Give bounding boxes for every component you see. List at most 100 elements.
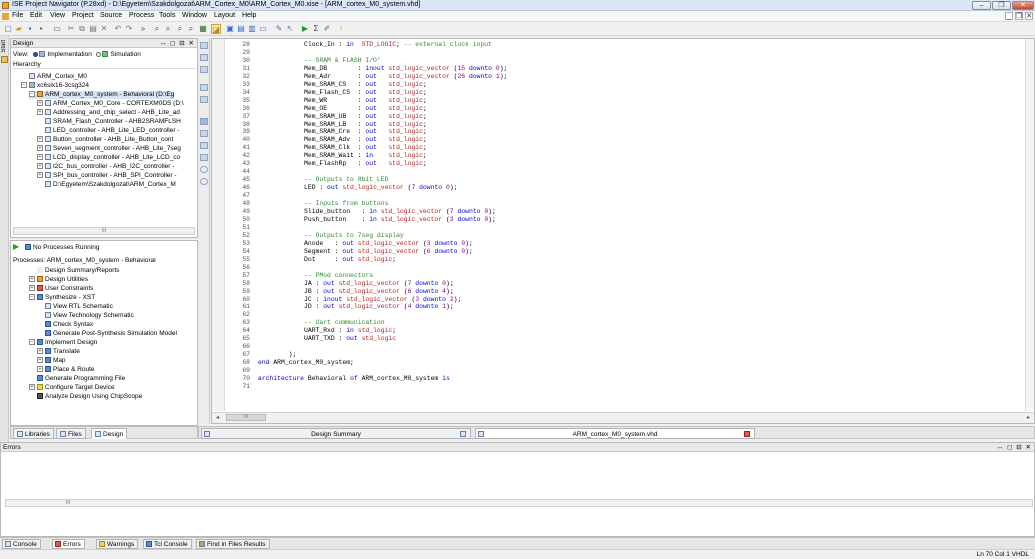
editor-vscroll[interactable] [1025,39,1034,411]
code-line[interactable]: Mem_DB : inout std_logic_vector (15 down… [258,65,1018,73]
process-item[interactable]: + Map [37,357,66,365]
code-line[interactable]: ); [258,351,1018,359]
code-line[interactable]: Mem_FlashRp : out std_logic; [258,160,1018,168]
process-item[interactable]: Check Syntax [45,321,93,329]
process-item[interactable]: + Place & Route [37,366,95,374]
code-line[interactable]: Slide_button : in std_logic_vector (7 do… [258,208,1018,216]
tab-files[interactable]: Files [56,428,86,439]
tree-item-ucf[interactable]: D:\Egyetem\Szakdolgozat\ARM_Cortex_M [45,181,176,189]
panel-controls[interactable]: ↔ ◻ ⊟ ✕ [160,39,195,48]
code-line[interactable] [258,383,1018,391]
tree-item-lcd[interactable]: + LCD_display_controller - AHB_Lite_LCD_c… [37,154,180,162]
tab-console[interactable]: Console [2,539,41,549]
outdent-icon[interactable] [200,142,208,149]
add-source-icon[interactable] [200,42,208,49]
tab-design[interactable]: Design [91,428,128,439]
errors-hscroll[interactable]: III [5,499,1033,507]
menu-file[interactable]: File [12,12,23,19]
code-line[interactable]: JA : out std_logic_vector (7 downto 0); [258,280,1018,288]
more-icon[interactable]: » [138,24,148,34]
mdi-minimize-button[interactable]: _ [1005,12,1013,20]
code-line[interactable]: end ARM_cortex_M0_system; [258,359,1018,367]
code-line[interactable]: Mem_SRAM_Cre : out std_logic; [258,128,1018,136]
code-line[interactable]: Dot : out std_logic; [258,256,1018,264]
process-item[interactable]: Analyze Design Using ChipScope [37,393,142,401]
sigma-icon[interactable]: Σ [311,24,321,34]
code-line[interactable] [258,264,1018,272]
code-line[interactable]: -- SRAM & FLASH I/O' [258,57,1018,65]
menu-tools[interactable]: Tools [159,12,175,19]
tree-item-i2c[interactable]: + I2C_bus_controller - AHB_I2C_controller… [37,163,174,171]
new-file-icon[interactable]: ▢ [3,24,13,34]
code-line[interactable]: Clock_In : in STD_LOGIC; -- external clo… [258,41,1018,49]
expand-icon[interactable]: + [37,172,43,179]
save-all-icon[interactable]: ▪ [36,24,46,34]
process-item[interactable]: + Configure Target Device [29,384,115,392]
expand-icon[interactable]: + [37,100,43,107]
process-item[interactable]: Generate Programming File [37,375,125,383]
save-icon[interactable]: ▪ [25,24,35,34]
delete-icon[interactable]: ✕ [99,24,109,34]
find-files-icon[interactable]: ⌕ [186,24,196,34]
code-text[interactable]: Clock_In : in STD_LOGIC; -- external clo… [258,41,1018,391]
window-icon[interactable]: ▭ [258,24,268,34]
code-line[interactable]: Anode : out std_logic_vector (3 downto 0… [258,240,1018,248]
tree-item-top-module[interactable]: − ARM_cortex_M0_system - Behavioral (D:\E… [29,91,175,99]
editor-hscroll-thumb[interactable]: III [226,414,266,421]
tree-item-button[interactable]: + Button_controller - AHB_Lite_Button_con… [37,136,173,144]
process-item[interactable]: + User Constraints [29,285,93,293]
language-templates-icon[interactable]: ✎ [274,24,284,34]
code-line[interactable]: Push_button : in std_logic_vector (3 dow… [258,216,1018,224]
code-line[interactable] [258,343,1018,351]
find-previous-icon[interactable]: ⌕ [175,24,185,34]
start-tab[interactable]: Start [1,40,7,53]
tile-vertical-icon[interactable]: ▥ [247,24,257,34]
tree-item-seven-segment[interactable]: + Seven_segment_controller - AHB_Lite_7se… [37,145,181,153]
open-folder-icon[interactable]: ▰ [14,24,24,34]
menu-source[interactable]: Source [100,12,122,19]
cascade-icon[interactable]: ▣ [225,24,235,34]
tab-warnings[interactable]: Warnings [96,539,139,549]
tree-item-core[interactable]: + ARM_Cortex_M0_Core - CORTEXM0DS (D:\ [37,100,184,108]
process-item[interactable]: Design Summary/Reports [37,267,119,275]
circle-icon-2[interactable] [200,178,208,185]
process-item[interactable]: + Translate [37,348,80,356]
tree-item-led[interactable]: LED_controller - AHB_Lite_LED_controller… [45,127,179,135]
indent-icon[interactable] [200,130,208,137]
help-cursor-icon[interactable]: ↖ [285,24,295,34]
code-line[interactable]: -- Uart communication [258,319,1018,327]
comment-icon[interactable] [200,154,208,161]
expand-icon[interactable]: + [37,163,43,170]
code-line[interactable]: Mem_OE : out std_logic; [258,105,1018,113]
cut-icon[interactable]: ✂ [66,24,76,34]
code-line[interactable]: JD : out std_logic_vector (4 downto 1); [258,303,1018,311]
expand-icon[interactable]: + [37,109,43,116]
paste-icon[interactable]: ▤ [88,24,98,34]
process-item[interactable]: − Synthesize - XST [29,294,95,302]
menu-layout[interactable]: Layout [214,12,235,19]
process-item[interactable]: View RTL Schematic [45,303,113,311]
tree-item-device[interactable]: − xc6slx16-3csg324 [21,82,89,90]
code-line[interactable]: -- Inputs from buttons [258,200,1018,208]
schematic-icon[interactable]: ◪ [211,24,221,34]
panel-controls[interactable]: ↔ ◻ ⊟ ✕ [997,443,1032,452]
maximize-button[interactable]: ❐ [992,1,1011,10]
code-line[interactable]: JC : inout std_logic_vector (3 downto 2)… [258,296,1018,304]
tree-item-sram-flash[interactable]: SRAM_Flash_Controller - AHB2SRAMFLSH [45,118,181,126]
design-summary-icon[interactable]: ▦ [198,24,208,34]
code-line[interactable] [258,367,1018,375]
circle-icon[interactable] [200,166,208,173]
code-line[interactable] [258,49,1018,57]
tab-errors[interactable]: Errors [52,539,85,549]
code-line[interactable]: Mem_WR : out std_logic; [258,97,1018,105]
simulation-radio[interactable] [95,51,101,57]
start-icon[interactable] [1,56,8,63]
collapse-icon[interactable]: − [29,294,35,301]
menu-help[interactable]: Help [242,12,256,19]
find-icon[interactable]: ⌕ [152,24,162,34]
tab-libraries[interactable]: Libraries [13,428,54,439]
process-item[interactable]: + Design Utilities [29,276,88,284]
expand-icon[interactable]: + [29,384,35,391]
collapse-icon[interactable]: − [21,82,27,89]
undo-icon[interactable]: ↶ [113,24,123,34]
